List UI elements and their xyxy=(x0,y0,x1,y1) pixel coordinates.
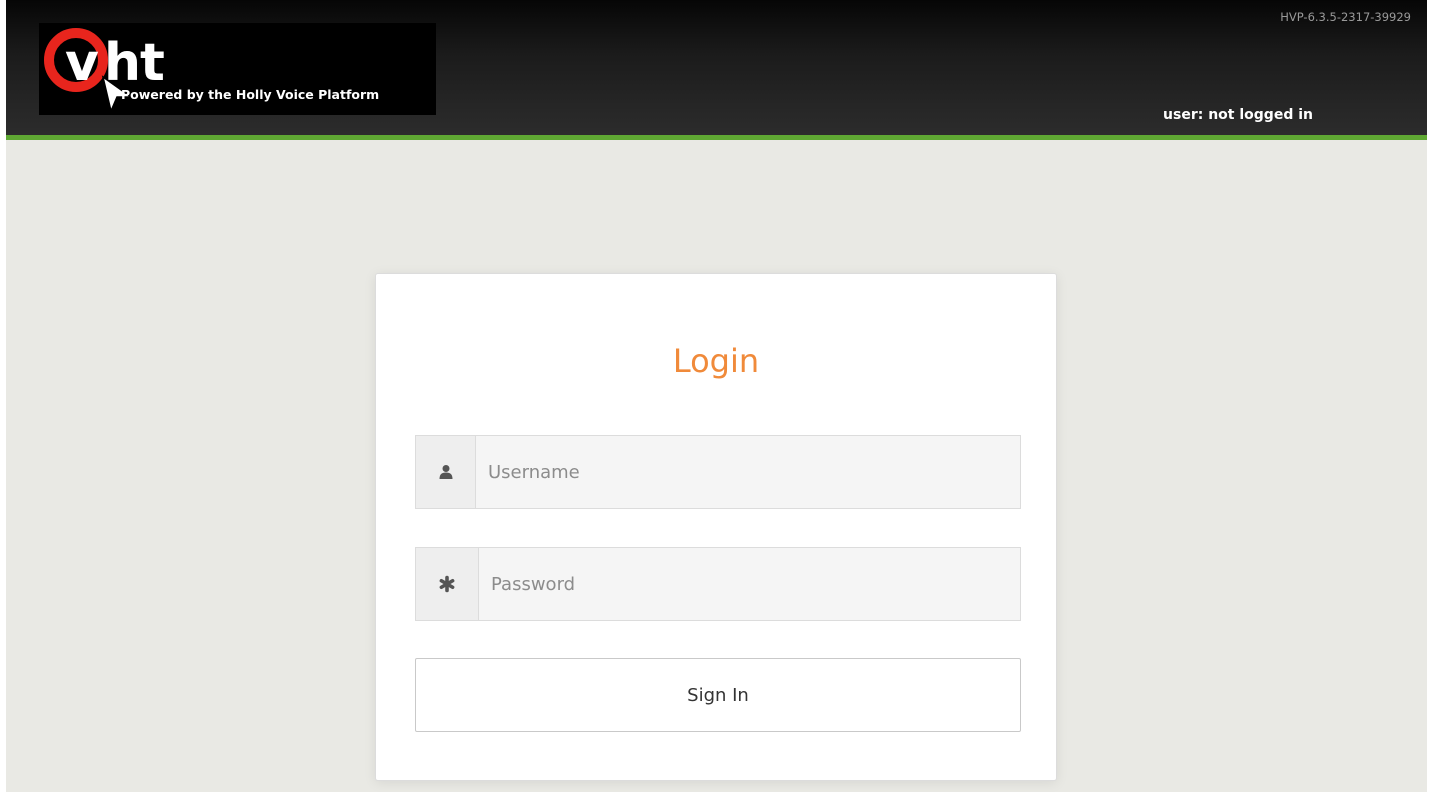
asterisk-icon xyxy=(439,575,455,593)
logo: v ht Powered by the Holly Voice Platform xyxy=(39,23,436,115)
logo-tagline: Powered by the Holly Voice Platform xyxy=(121,87,380,102)
password-input[interactable] xyxy=(479,548,1020,620)
sign-in-button[interactable]: Sign In xyxy=(415,658,1021,732)
username-field xyxy=(415,435,1021,509)
user-status: user: not logged in xyxy=(1163,107,1313,123)
version-label: HVP-6.3.5-2317-39929 xyxy=(1280,10,1411,24)
app: v ht Powered by the Holly Voice Platform … xyxy=(6,0,1427,792)
login-title: Login xyxy=(672,342,760,380)
logo-wordmark-v: v xyxy=(65,33,99,93)
user-icon xyxy=(439,465,452,479)
username-input[interactable] xyxy=(476,436,1020,508)
password-field xyxy=(415,547,1021,621)
login-card: Login Sign I xyxy=(375,273,1057,781)
password-addon xyxy=(416,548,479,620)
header-accent-bar xyxy=(6,135,1427,140)
username-addon xyxy=(416,436,476,508)
header: v ht Powered by the Holly Voice Platform … xyxy=(6,0,1427,135)
